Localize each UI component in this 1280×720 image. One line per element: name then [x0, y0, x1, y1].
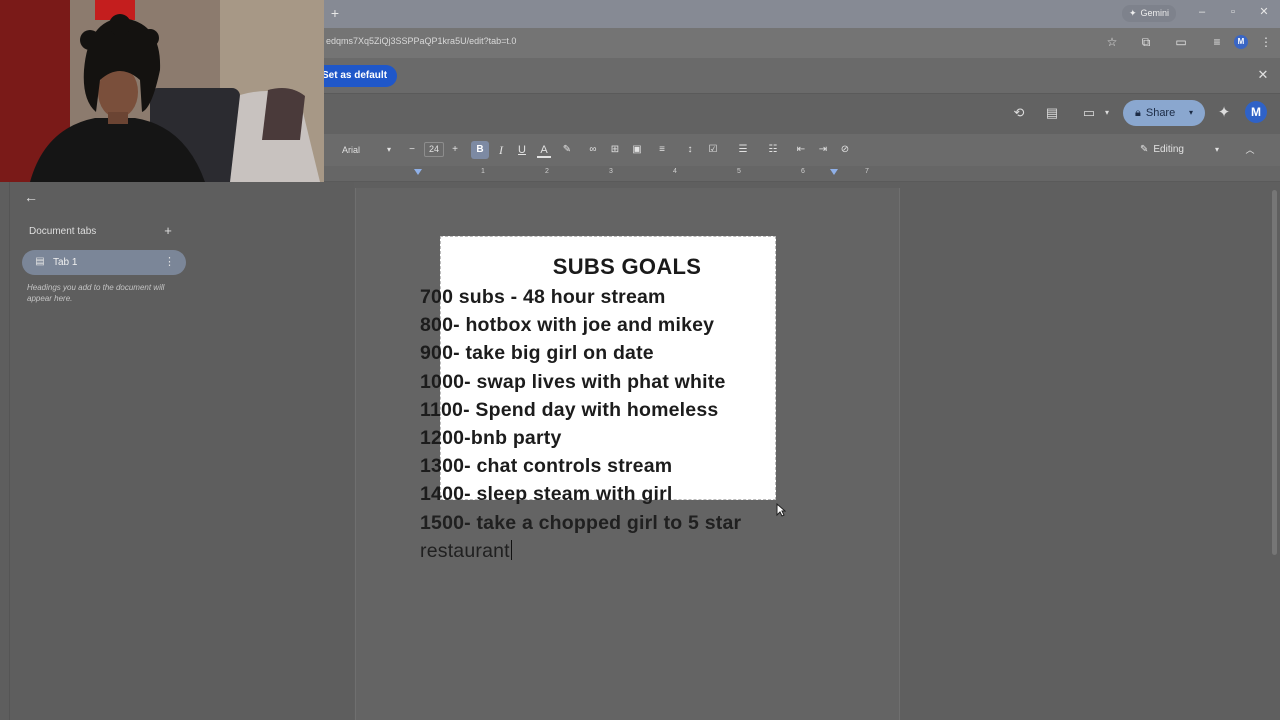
checklist-icon[interactable]: ☑ [706, 142, 720, 158]
webcam-overlay [0, 0, 324, 182]
gemini-sparkle-icon[interactable]: ✦ [1215, 104, 1233, 122]
increase-font-icon[interactable]: + [450, 142, 460, 158]
goal-line: 1400- sleep steam with girl [420, 483, 673, 505]
italic-icon[interactable]: I [494, 142, 508, 158]
document-icon: ▤ [35, 256, 45, 267]
underline-icon[interactable]: U [515, 142, 529, 158]
ruler-tick-label: 3 [609, 168, 613, 175]
tab-1-label: Tab 1 [53, 257, 78, 268]
meet-icon[interactable]: ▭ [1080, 104, 1098, 122]
cast-icon[interactable]: ▭ [1173, 34, 1189, 50]
infobar-close-icon[interactable]: ✕ [1256, 67, 1270, 83]
editing-dropdown-icon[interactable]: ▾ [1212, 142, 1222, 158]
goal-line: 1200-bnb party [420, 427, 562, 449]
version-history-icon[interactable]: ⟲ [1010, 104, 1028, 122]
indent-marker[interactable] [414, 169, 422, 175]
lock-icon: 🔒︎ [1135, 107, 1141, 119]
restore-icon[interactable]: ▫ [1226, 4, 1240, 20]
text-color-icon[interactable]: A [537, 142, 551, 158]
goal-line: 1100- Spend day with homeless [420, 399, 719, 421]
add-comment-icon[interactable]: ⊞ [608, 142, 622, 158]
bookmark-star-icon[interactable]: ☆ [1104, 34, 1120, 50]
extensions-icon[interactable]: ⧉ [1138, 34, 1154, 50]
ruler-tick-label: 5 [737, 168, 741, 175]
add-tab-icon[interactable]: + [162, 224, 174, 238]
link-icon[interactable]: ∞ [586, 142, 600, 158]
decrease-font-icon[interactable]: − [407, 142, 417, 158]
share-label: Share [1145, 107, 1176, 119]
user-avatar[interactable]: M [1245, 101, 1267, 123]
vertical-ruler [0, 182, 10, 720]
browser-menu-icon[interactable]: ⋮ [1258, 34, 1274, 50]
numbered-list-icon[interactable]: ☷ [766, 142, 780, 158]
document-tabs-heading: Document tabs [29, 226, 97, 237]
minimize-icon[interactable]: – [1195, 4, 1209, 20]
goal-line: 1300- chat controls stream [420, 455, 673, 477]
mouse-pointer-icon [776, 503, 786, 517]
url-field[interactable]: edqms7Xq5ZiQj3SSPPaQP1kra5U/edit?tab=t.0 [326, 36, 516, 46]
insert-image-icon[interactable]: ▣ [630, 142, 644, 158]
decrease-indent-icon[interactable]: ⇤ [794, 142, 808, 158]
right-indent-marker[interactable] [830, 169, 838, 175]
clear-formatting-icon[interactable]: ⊘ [838, 142, 852, 158]
comments-icon[interactable]: ▤ [1043, 104, 1061, 122]
text-cursor [510, 540, 512, 560]
close-window-icon[interactable]: ✕ [1257, 4, 1271, 20]
sparkle-icon: ✦ [1129, 8, 1137, 18]
gemini-button[interactable]: ✦ Gemini [1122, 5, 1177, 22]
ruler-tick-label: 2 [545, 168, 549, 175]
editing-mode-select[interactable]: ✎ Editing [1140, 142, 1184, 158]
media-controls-icon[interactable]: ≡ [1209, 34, 1225, 50]
outline-hint: Headings you add to the document will ap… [27, 283, 165, 303]
share-dropdown-icon[interactable]: ▾ [1189, 101, 1199, 125]
align-icon[interactable]: ≡ [655, 142, 669, 158]
line-spacing-icon[interactable]: ↕ [683, 142, 697, 158]
goal-line-continued: restaurant [420, 540, 512, 563]
tab-options-icon[interactable]: ⋮ [164, 255, 175, 269]
goal-line-text: restaurant [420, 540, 510, 562]
goal-line: 1500- take a chopped girl to 5 star [420, 512, 742, 534]
goal-line: 800- hotbox with joe and mikey [420, 314, 715, 336]
increase-indent-icon[interactable]: ⇥ [816, 142, 830, 158]
meet-dropdown-icon[interactable]: ▾ [1098, 104, 1116, 122]
bulleted-list-icon[interactable]: ☰ [736, 142, 750, 158]
set-as-default-button[interactable]: Set as default [316, 65, 398, 87]
goal-line: 700 subs - 48 hour stream [420, 286, 666, 308]
new-tab-button[interactable]: + [329, 5, 341, 21]
tab-1-item[interactable] [22, 250, 186, 275]
font-size-input[interactable]: 24 [424, 142, 444, 157]
webcam-person-image [0, 0, 324, 182]
subs-goals-title: SUBS GOALS [552, 254, 702, 279]
bold-icon[interactable]: B [471, 141, 489, 159]
scrollbar-thumb[interactable] [1272, 190, 1277, 555]
font-dropdown-icon[interactable]: ▾ [384, 142, 394, 158]
back-arrow-icon[interactable]: ← [24, 189, 40, 205]
pencil-icon: ✎ [1140, 144, 1149, 155]
goal-line: 1000- swap lives with phat white [420, 371, 726, 393]
ruler-tick-label: 6 [801, 168, 805, 175]
goal-line: 900- take big girl on date [420, 342, 654, 364]
ruler-tick-label: 4 [673, 168, 677, 175]
collapse-menus-icon[interactable]: ︿ [1244, 142, 1256, 158]
gemini-label: Gemini [1140, 8, 1170, 18]
ruler-tick-label: 1 [481, 168, 485, 175]
highlight-icon[interactable]: ✎ [560, 142, 574, 158]
editing-label: Editing [1153, 144, 1184, 155]
font-family-select[interactable]: Arial [342, 142, 360, 158]
ruler-tick-label: 7 [865, 168, 869, 175]
profile-avatar[interactable]: M [1234, 35, 1248, 49]
